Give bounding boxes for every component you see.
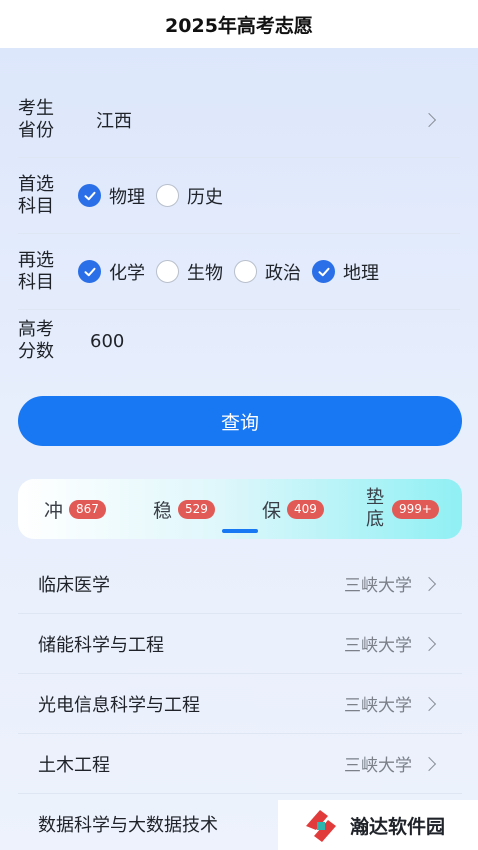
- active-tab-indicator: [222, 529, 258, 533]
- unchecked-circle-icon: [234, 260, 257, 283]
- query-button[interactable]: 查询: [18, 396, 462, 446]
- tab-safe[interactable]: 保 409: [262, 479, 324, 539]
- score-input[interactable]: 600: [90, 331, 460, 352]
- tab-fallback[interactable]: 垫底 999+: [366, 479, 439, 539]
- watermark: 瀚达软件园: [278, 800, 478, 850]
- option-geography[interactable]: 地理: [312, 259, 379, 285]
- option-label: 化学: [109, 262, 145, 284]
- chevron-right-icon: [421, 636, 437, 651]
- major-name: 土木工程: [38, 754, 110, 776]
- tab-label: 稳: [153, 499, 173, 522]
- checked-circle-icon: [78, 260, 101, 283]
- app-header: 2025年高考志愿: [0, 0, 478, 48]
- option-physics[interactable]: 物理: [78, 183, 145, 209]
- count-badge: 529: [178, 499, 215, 519]
- school-name: 三峡大学: [344, 636, 412, 656]
- chevron-right-icon: [421, 576, 437, 591]
- tab-label: 保: [262, 499, 282, 522]
- list-item[interactable]: 土木工程 三峡大学: [18, 734, 462, 794]
- province-label: 考生省份: [18, 97, 54, 141]
- option-label: 政治: [265, 262, 301, 284]
- option-biology[interactable]: 生物: [156, 259, 223, 285]
- checked-circle-icon: [78, 184, 101, 207]
- chevron-right-icon: [421, 112, 437, 127]
- option-label: 地理: [343, 262, 379, 284]
- second-subject-row: 再选科目 化学 生物 政治 地理: [18, 234, 460, 310]
- option-chemistry[interactable]: 化学: [78, 259, 145, 285]
- option-label: 历史: [187, 186, 223, 208]
- chevron-right-icon: [421, 756, 437, 771]
- first-subject-row: 首选科目 物理 历史: [18, 158, 460, 234]
- unchecked-circle-icon: [156, 184, 179, 207]
- unchecked-circle-icon: [156, 260, 179, 283]
- checked-circle-icon: [312, 260, 335, 283]
- count-badge: 867: [69, 499, 106, 519]
- school-name: 三峡大学: [344, 576, 412, 596]
- major-name: 临床医学: [38, 574, 110, 596]
- school-name: 三峡大学: [344, 756, 412, 776]
- watermark-logo-icon: [306, 810, 336, 842]
- watermark-text: 瀚达软件园: [350, 815, 446, 838]
- option-label: 生物: [187, 262, 223, 284]
- list-item[interactable]: 临床医学 三峡大学: [18, 554, 462, 614]
- major-name: 数据科学与大数据技术: [38, 815, 218, 836]
- province-value: 江西: [96, 110, 132, 132]
- major-name: 储能科学与工程: [38, 634, 164, 656]
- school-name: 三峡大学: [344, 696, 412, 716]
- chevron-right-icon: [421, 696, 437, 711]
- list-item[interactable]: 光电信息科学与工程 三峡大学: [18, 674, 462, 734]
- option-politics[interactable]: 政治: [234, 259, 301, 285]
- page-title: 2025年高考志愿: [165, 14, 313, 37]
- tab-label: 垫底: [366, 487, 384, 530]
- tier-tabs: 冲 867 稳 529 保 409 垫底 999+: [18, 479, 462, 539]
- count-badge: 409: [287, 499, 324, 519]
- first-subject-label: 首选科目: [18, 173, 54, 217]
- option-label: 物理: [109, 186, 145, 208]
- province-selector[interactable]: 考生省份 江西: [18, 82, 460, 158]
- main-content: 考生省份 江西 首选科目 物理 历史 再选科目 化学 生物 政治 地理 高考分数…: [0, 48, 478, 850]
- tab-stable[interactable]: 稳 529: [153, 479, 215, 539]
- score-row: 高考分数 600: [18, 310, 460, 372]
- list-item[interactable]: 储能科学与工程 三峡大学: [18, 614, 462, 674]
- tab-rush[interactable]: 冲 867: [44, 479, 106, 539]
- major-name: 光电信息科学与工程: [38, 694, 200, 716]
- option-history[interactable]: 历史: [156, 183, 223, 209]
- tab-label: 冲: [44, 499, 64, 522]
- second-subject-label: 再选科目: [18, 249, 54, 293]
- count-badge: 999+: [392, 499, 439, 519]
- query-form: 考生省份 江西 首选科目 物理 历史 再选科目 化学 生物 政治 地理 高考分数…: [18, 82, 460, 372]
- score-label: 高考分数: [18, 319, 54, 362]
